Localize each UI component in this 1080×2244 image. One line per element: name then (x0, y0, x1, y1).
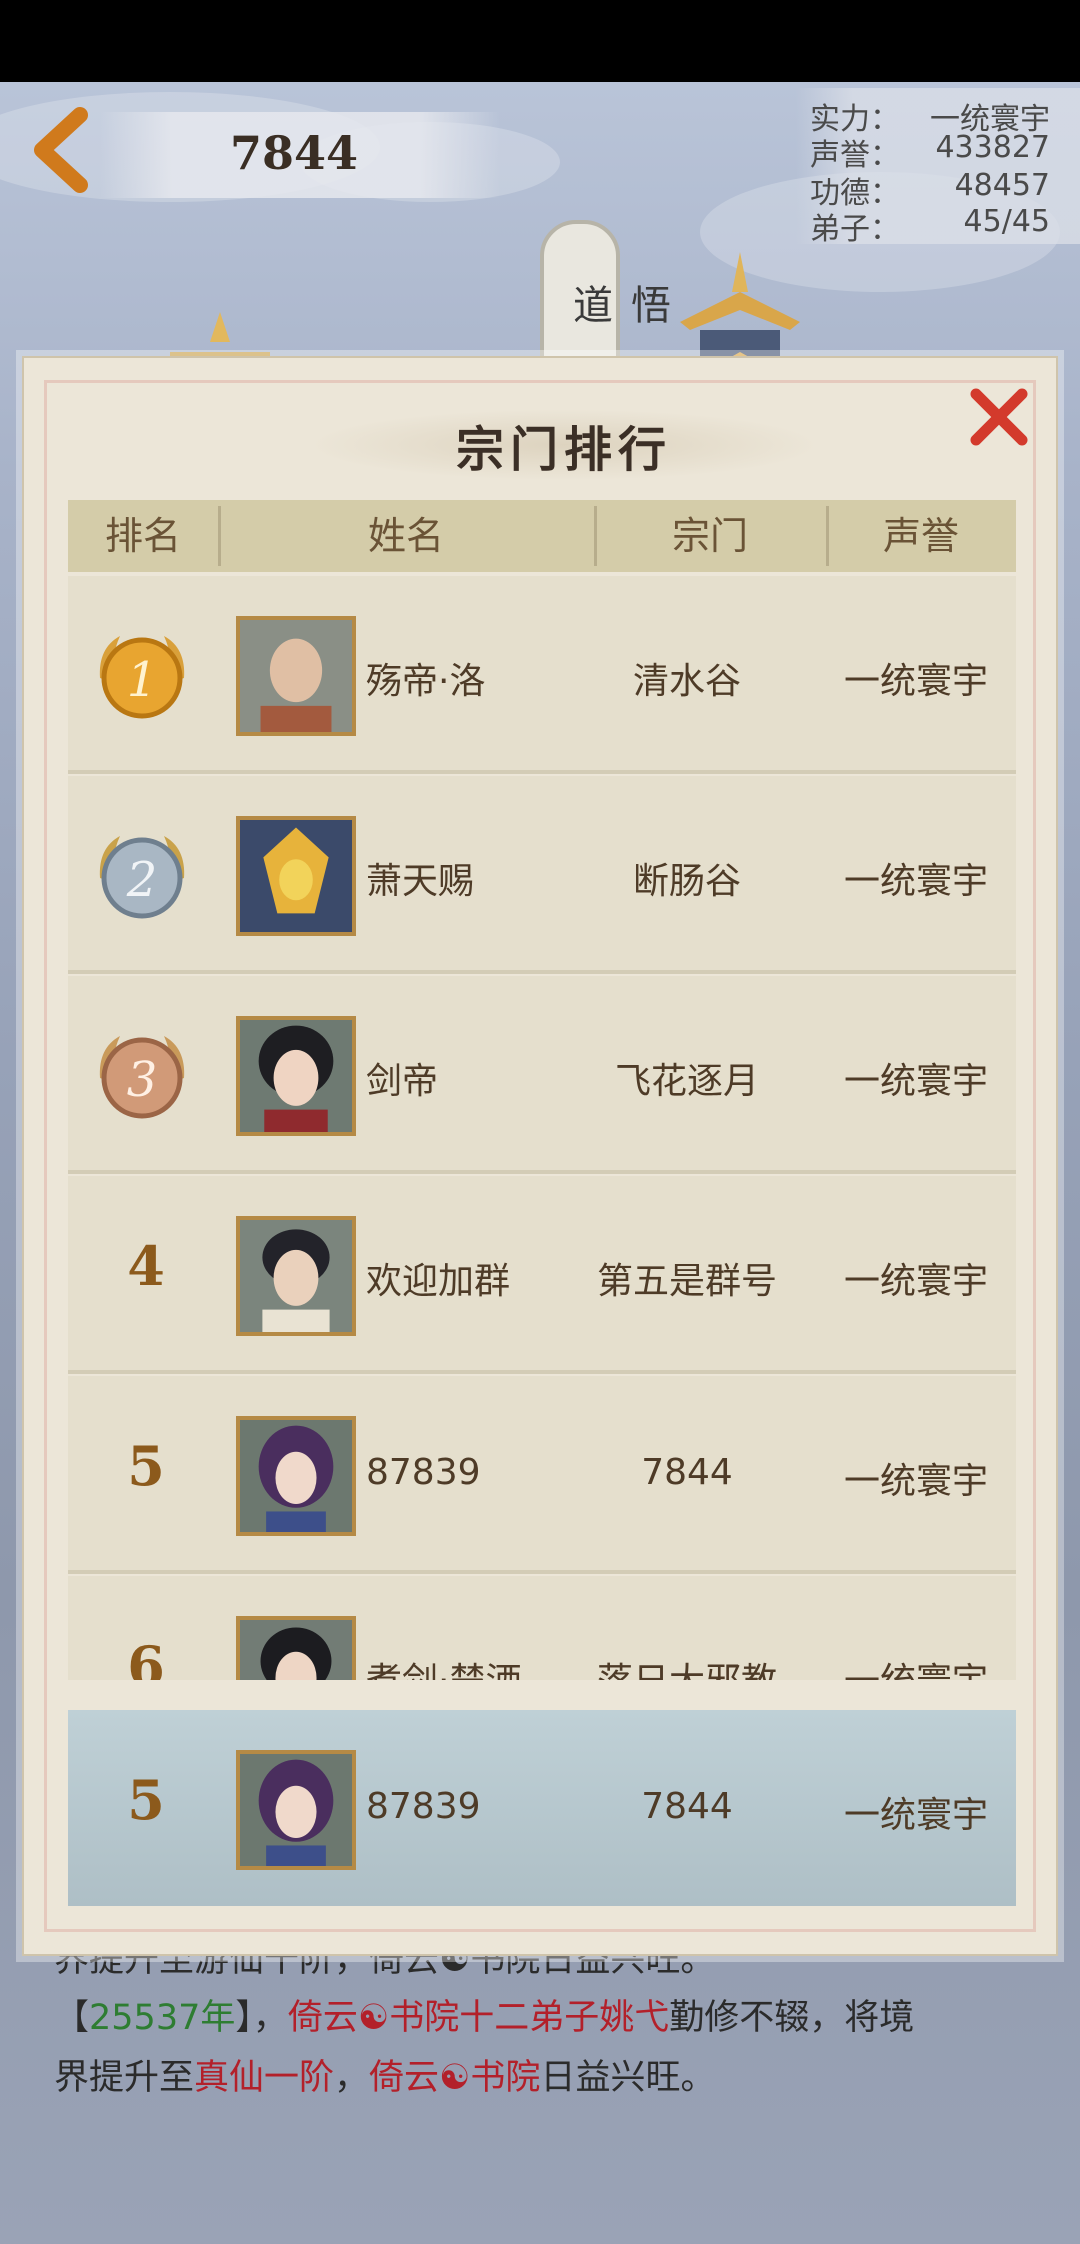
sect-name: 7844 (230, 126, 359, 180)
golden-mask-avatar (236, 816, 356, 936)
table-row[interactable]: 4 欢迎加群 第五是群号 一统寰宇 (68, 1176, 1016, 1374)
log-realm: 真仙一阶 (194, 2058, 335, 2098)
table-header: 排名 姓名 宗门 声誉 (68, 500, 1016, 572)
stat-merit: 功德： 48457 (810, 168, 1050, 211)
silver-medal-icon: 2 (99, 836, 185, 919)
young-man-avatar (236, 1216, 356, 1336)
rank-number: 5 (127, 1768, 165, 1832)
medal-rank-text: 1 (127, 652, 158, 708)
log-text: 勤修不辍，将境 (669, 1998, 915, 2038)
player-name: 87839 (366, 1786, 481, 1827)
stat-value: 45/45 (963, 204, 1050, 239)
stat-label: 弟子： (810, 212, 900, 247)
female-hairpin-avatar (236, 1616, 356, 1680)
medal-rank-text: 2 (126, 852, 158, 908)
back-button[interactable] (20, 100, 100, 200)
gold-medal-icon: 1 (99, 636, 185, 719)
bald-monk-avatar (236, 616, 356, 736)
player-sect: 7844 (641, 1786, 733, 1827)
log-year: 25537年 (89, 1998, 236, 2038)
wudao-tab[interactable]: 悟道 (540, 220, 670, 360)
player-reputation: 一统寰宇 (816, 1652, 1016, 1680)
log-text: 界提升至 (54, 2058, 195, 2098)
table-row[interactable]: 6 煮剑·楚洒 落日大邪教 一统寰宇 (68, 1576, 1016, 1680)
col-reputation: 声誉 (882, 514, 959, 558)
rank-number: 5 (127, 1434, 165, 1498)
log-text: 日益兴旺。 (540, 2058, 716, 2098)
wudao-label: 悟道 (566, 284, 670, 324)
purple-hair-avatar (236, 1750, 356, 1870)
player-reputation: 一统寰宇 (843, 1261, 988, 1302)
stat-value: 433827 (935, 130, 1050, 165)
table-row[interactable]: 1 殇帝·洛 清水谷 一统寰宇 (68, 576, 1016, 774)
dialog-title: 宗门排行 (455, 422, 672, 478)
player-name: 87839 (366, 1452, 481, 1493)
col-name: 姓名 (367, 514, 444, 558)
rank-number: 6 (127, 1634, 165, 1680)
player-sect: 第五是群号 (596, 1261, 777, 1302)
medal-rank-text: 3 (127, 1052, 158, 1108)
player-sect: 落日大邪教 (552, 1652, 822, 1680)
player-name: 剑帝 (366, 1061, 439, 1102)
player-name: 萧天赐 (366, 861, 475, 902)
player-reputation: 一统寰宇 (843, 861, 988, 902)
player-sect: 清水谷 (632, 661, 741, 702)
close-icon (970, 388, 1028, 446)
player-sect: 7844 (641, 1452, 733, 1493)
player-name: 欢迎加群 (366, 1261, 511, 1302)
close-button[interactable] (964, 382, 1034, 452)
log-actor: 倚云☯书院十二弟子姚弋 (287, 1998, 670, 2038)
ranking-list[interactable]: 1 殇帝·洛 清水谷 一统寰宇 2 萧天赐 断肠谷 一统寰宇 3 剑帝 飞花逐月… (68, 576, 1016, 1680)
player-sect: 飞花逐月 (614, 1061, 759, 1102)
bracket: 【 (54, 1998, 90, 2038)
stat-value: 48457 (954, 168, 1050, 203)
bracket: 】， (235, 1998, 288, 2038)
player-name: 殇帝·洛 (366, 661, 486, 702)
bronze-medal-icon: 3 (99, 1036, 185, 1119)
player-sect: 断肠谷 (632, 861, 741, 902)
stat-reputation: 声誉： 433827 (810, 130, 1050, 173)
player-name: 煮剑·楚洒 (366, 1652, 521, 1680)
table-row[interactable]: 2 萧天赐 断肠谷 一统寰宇 (68, 776, 1016, 974)
table-row[interactable]: 5 87839 7844 一统寰宇 (68, 1376, 1016, 1574)
purple-hair-avatar (236, 1416, 356, 1536)
log-entry: 【25537年】，倚云☯书院十二弟子姚弋勤修不辍，将境 界提升至真仙一阶，倚云☯… (54, 1988, 1054, 2108)
rank-number: 4 (127, 1234, 165, 1298)
status-bar (0, 0, 1080, 82)
col-sect: 宗门 (671, 514, 748, 558)
comma: ， (334, 2058, 370, 2098)
player-reputation: 一统寰宇 (843, 1795, 988, 1836)
table-row[interactable]: 3 剑帝 飞花逐月 一统寰宇 (68, 976, 1016, 1174)
col-rank: 排名 (104, 514, 181, 558)
sect-ranking-dialog: 宗门排行 排名 姓名 宗门 声誉 1 殇帝·洛 清水谷 一统寰宇 2 萧天赐 断… (22, 356, 1058, 1956)
stat-strength: 实力： 一统寰宇 (810, 94, 1050, 137)
player-reputation: 一统寰宇 (843, 661, 988, 702)
female-hairpin-avatar (236, 1016, 356, 1136)
player-reputation: 一统寰宇 (843, 1061, 988, 1102)
player-reputation: 一统寰宇 (843, 1461, 988, 1502)
log-sect: 倚云☯书院 (369, 2058, 541, 2098)
stat-disciples: 弟子： 45/45 (810, 204, 1050, 247)
my-rank-row: 5 87839 7844 一统寰宇 (68, 1710, 1016, 1906)
